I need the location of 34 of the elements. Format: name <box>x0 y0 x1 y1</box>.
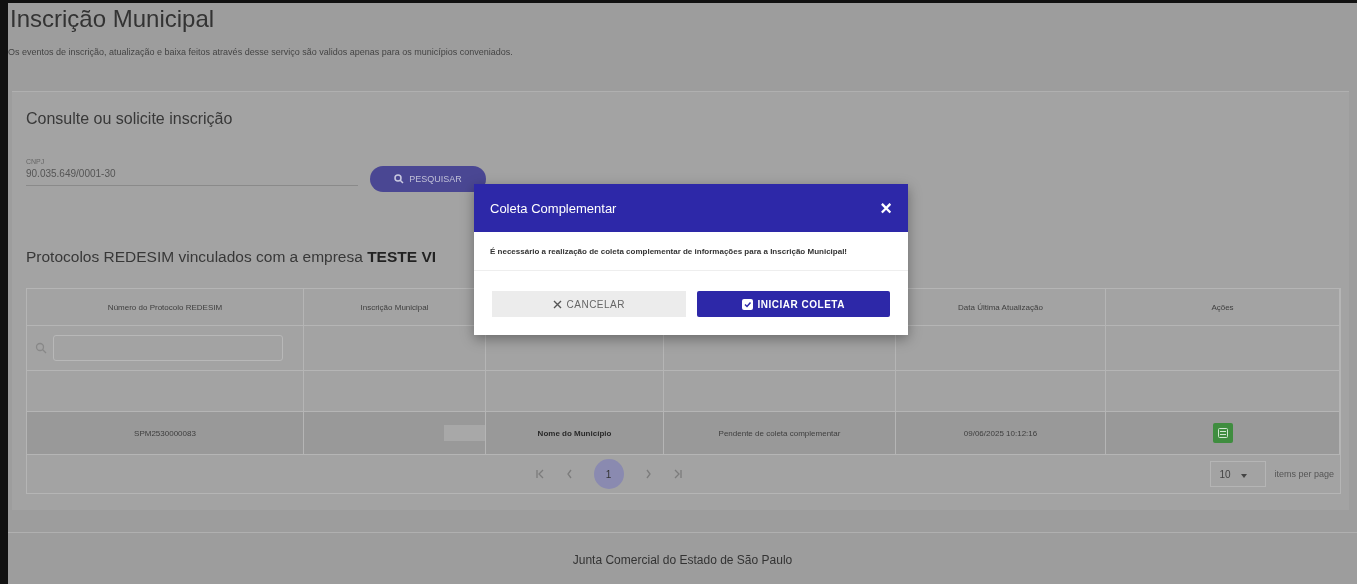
last-page-icon[interactable] <box>672 469 682 479</box>
dialog-title: Coleta Complementar <box>490 200 617 216</box>
search-icon <box>394 174 405 184</box>
form-icon <box>1217 428 1228 438</box>
redacted-block <box>444 425 485 441</box>
dialog-message: É necessário a realização de coleta complementar de informações para a Inscrição Municipal! <box>490 246 849 258</box>
form-action-button[interactable] <box>1212 423 1233 443</box>
page-button[interactable]: 1 <box>593 459 624 489</box>
table-cell: Pendente de coleta complementar <box>718 428 841 438</box>
search-button[interactable]: PESQUISAR <box>370 166 486 192</box>
page-size-select[interactable]: 10 <box>1210 461 1267 487</box>
search-icon <box>35 342 47 354</box>
table-cell: Nome do Município <box>537 428 612 438</box>
clipboard-check-icon <box>741 298 753 310</box>
caret-icon <box>1241 473 1248 478</box>
first-page-icon[interactable] <box>535 469 545 479</box>
close-icon <box>552 299 562 309</box>
table-cell: SPM2530000083 <box>134 428 196 438</box>
start-button[interactable]: INICIAR COLETA <box>696 291 890 317</box>
section-title: Consulte ou solicite inscrição <box>26 110 234 128</box>
cancel-button[interactable]: CANCELAR <box>492 291 686 317</box>
previous-page-icon[interactable] <box>566 469 572 479</box>
notice-text: Os eventos de inscrição, atualização e baixa feitos através desse serviço são validos apenas para os municípios conveniados. <box>8 47 514 57</box>
table-cell: 09/06/2025 10:12:16 <box>963 428 1038 438</box>
column-header: Ações <box>1211 302 1234 312</box>
protocols-heading: Protocolos REDESIM vinculados com a empresa TESTE VI <box>26 248 437 266</box>
column-header: Data Última Atualização <box>958 302 1043 312</box>
page-size-label: items per page <box>1274 469 1334 479</box>
column-header: Inscrição Municipal <box>360 302 429 312</box>
page-title: Inscrição Municipal <box>9 4 216 34</box>
footer-text: Junta Comercial do Estado de São Paulo <box>572 553 793 567</box>
column-header: Número do Protocolo REDESIM <box>107 302 223 312</box>
next-page-icon[interactable] <box>645 469 651 479</box>
close-button[interactable]: × <box>880 198 892 218</box>
